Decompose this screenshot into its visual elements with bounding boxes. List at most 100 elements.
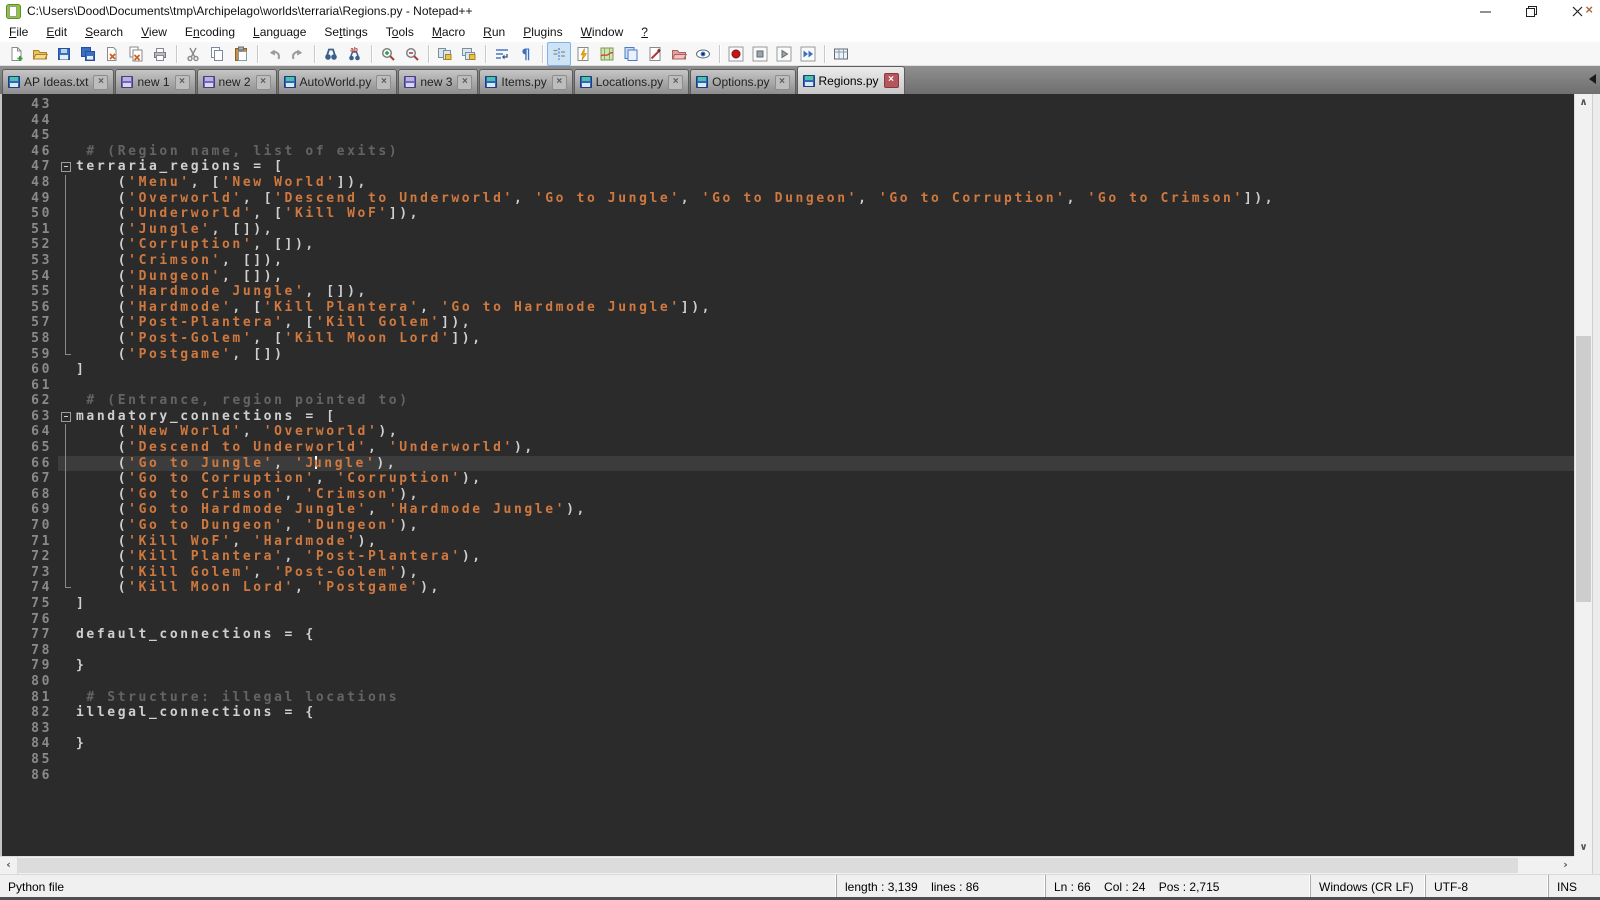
menu-macro[interactable]: Macro — [423, 23, 474, 41]
menu-plugins[interactable]: Plugins — [514, 23, 571, 41]
code-line-47[interactable]: 47terraria_regions = [ — [2, 159, 1574, 175]
close-tab-icon[interactable]: × — [175, 75, 190, 90]
close-tab-icon[interactable]: × — [256, 75, 271, 90]
menu-file[interactable]: File — [0, 23, 37, 41]
menu-tools[interactable]: Tools — [377, 23, 423, 41]
code-line-66[interactable]: 66 ('Go to Jungle', 'Jungle'), — [2, 456, 1574, 472]
save-button[interactable] — [52, 42, 76, 66]
code-line-69[interactable]: 69 ('Go to Hardmode Jungle', 'Hardmode J… — [2, 502, 1574, 518]
menu-settings[interactable]: Settings — [315, 23, 376, 41]
code-line-46[interactable]: 46 # (Region name, list of exits) — [2, 144, 1574, 160]
code-line-72[interactable]: 72 ('Kill Plantera', 'Post-Plantera'), — [2, 549, 1574, 565]
code-line-53[interactable]: 53 ('Crimson', []), — [2, 253, 1574, 269]
undo-button[interactable] — [262, 42, 286, 66]
code-line-75[interactable]: 75] — [2, 596, 1574, 612]
code-line-85[interactable]: 85 — [2, 752, 1574, 768]
code-line-76[interactable]: 76 — [2, 612, 1574, 628]
close-tab-icon[interactable]: × — [552, 75, 567, 90]
fold-collapse-icon[interactable] — [58, 159, 76, 175]
code-line-80[interactable]: 80 — [2, 674, 1574, 690]
code-line-67[interactable]: 67 ('Go to Corruption', 'Corruption'), — [2, 471, 1574, 487]
open-file-button[interactable] — [28, 42, 52, 66]
macro-run-multiple-button[interactable] — [796, 42, 820, 66]
macro-stop-button[interactable] — [748, 42, 772, 66]
code-line-79[interactable]: 79} — [2, 658, 1574, 674]
code-line-45[interactable]: 45 — [2, 128, 1574, 144]
copy-button[interactable] — [205, 42, 229, 66]
close-tab-icon[interactable]: × — [457, 75, 472, 90]
fold-collapse-icon[interactable] — [58, 409, 76, 425]
menu-?[interactable]: ? — [632, 23, 657, 41]
redo-button[interactable] — [286, 42, 310, 66]
show-all-characters-button[interactable]: ¶ — [514, 42, 538, 66]
sync-vertical-scroll-button[interactable] — [433, 42, 457, 66]
code-line-65[interactable]: 65 ('Descend to Underworld', 'Underworld… — [2, 440, 1574, 456]
close-tab-icon[interactable]: × — [775, 75, 790, 90]
tab-new-2[interactable]: new 2× — [197, 69, 277, 94]
scroll-right-arrow-icon[interactable]: › — [1557, 857, 1574, 874]
code-line-81[interactable]: 81 # Structure: illegal locations — [2, 690, 1574, 706]
tab-autoworld-py[interactable]: AutoWorld.py× — [278, 69, 398, 94]
close-all-button[interactable] — [124, 42, 148, 66]
code-line-62[interactable]: 62 # (Entrance, region pointed to) — [2, 393, 1574, 409]
code-line-51[interactable]: 51 ('Jungle', []), — [2, 222, 1574, 238]
tab-new-1[interactable]: new 1× — [115, 69, 195, 94]
code-line-86[interactable]: 86 — [2, 768, 1574, 784]
menu-edit[interactable]: Edit — [37, 23, 76, 41]
new-file-button[interactable] — [4, 42, 28, 66]
code-line-74[interactable]: 74 ('Kill Moon Lord', 'Postgame'), — [2, 580, 1574, 596]
close-tab-icon[interactable]: × — [376, 75, 391, 90]
macro-save-button[interactable] — [829, 42, 853, 66]
close-window-button[interactable] — [1554, 0, 1600, 22]
tab-items-py[interactable]: Items.py× — [479, 69, 572, 94]
vertical-scrollbar[interactable]: ∧ ∨ — [1574, 94, 1592, 856]
code-line-77[interactable]: 77default_connections = { — [2, 627, 1574, 643]
menu-run[interactable]: Run — [474, 23, 514, 41]
sync-horizontal-scroll-button[interactable] — [457, 42, 481, 66]
scroll-down-arrow-icon[interactable]: ∨ — [1575, 839, 1592, 856]
print-button[interactable] — [148, 42, 172, 66]
tab-regions-py[interactable]: Regions.py× — [797, 66, 905, 94]
vertical-scrollbar-thumb[interactable] — [1576, 336, 1591, 602]
code-line-56[interactable]: 56 ('Hardmode', ['Kill Plantera', 'Go to… — [2, 300, 1574, 316]
cut-button[interactable] — [181, 42, 205, 66]
menu-encoding[interactable]: Encoding — [176, 23, 244, 41]
view-in-browser-button[interactable] — [691, 42, 715, 66]
close-tab-icon[interactable]: × — [668, 75, 683, 90]
menu-language[interactable]: Language — [244, 23, 315, 41]
code-line-73[interactable]: 73 ('Kill Golem', 'Post-Golem'), — [2, 565, 1574, 581]
zoom-in-button[interactable] — [376, 42, 400, 66]
close-tab-icon[interactable]: × — [884, 73, 899, 88]
code-line-52[interactable]: 52 ('Corruption', []), — [2, 237, 1574, 253]
menu-search[interactable]: Search — [76, 23, 132, 41]
code-line-54[interactable]: 54 ('Dungeon', []), — [2, 269, 1574, 285]
close-document-x-icon[interactable]: × — [1585, 2, 1593, 17]
folder-as-workspace-button[interactable] — [667, 42, 691, 66]
tab-ap-ideas-txt[interactable]: AP Ideas.txt× — [2, 69, 114, 94]
code-line-49[interactable]: 49 ('Overworld', ['Descend to Underworld… — [2, 191, 1574, 207]
menu-window[interactable]: Window — [572, 23, 633, 41]
code-line-71[interactable]: 71 ('Kill WoF', 'Hardmode'), — [2, 534, 1574, 550]
code-line-55[interactable]: 55 ('Hardmode Jungle', []), — [2, 284, 1574, 300]
replace-button[interactable]: ab — [343, 42, 367, 66]
code-line-48[interactable]: 48 ('Menu', ['New World']), — [2, 175, 1574, 191]
code-line-57[interactable]: 57 ('Post-Plantera', ['Kill Golem']), — [2, 315, 1574, 331]
monitoring-button[interactable] — [643, 42, 667, 66]
tab-locations-py[interactable]: Locations.py× — [574, 69, 689, 94]
code-line-59[interactable]: 59 ('Postgame', []) — [2, 347, 1574, 363]
code-line-44[interactable]: 44 — [2, 113, 1574, 129]
horizontal-scrollbar-thumb[interactable] — [18, 858, 1518, 873]
code-line-68[interactable]: 68 ('Go to Crimson', 'Crimson'), — [2, 487, 1574, 503]
code-line-63[interactable]: 63mandatory_connections = [ — [2, 409, 1574, 425]
close-button[interactable] — [100, 42, 124, 66]
minimize-button[interactable] — [1462, 0, 1508, 22]
code-line-58[interactable]: 58 ('Post-Golem', ['Kill Moon Lord']), — [2, 331, 1574, 347]
scroll-left-arrow-icon[interactable]: ‹ — [0, 857, 18, 874]
editor-pane[interactable]: 43444546 # (Region name, list of exits)4… — [0, 94, 1574, 856]
horizontal-scrollbar[interactable]: ‹ › — [0, 856, 1574, 874]
word-wrap-button[interactable] — [490, 42, 514, 66]
document-list-button[interactable] — [619, 42, 643, 66]
paste-button[interactable] — [229, 42, 253, 66]
code-line-43[interactable]: 43 — [2, 97, 1574, 113]
code-line-70[interactable]: 70 ('Go to Dungeon', 'Dungeon'), — [2, 518, 1574, 534]
